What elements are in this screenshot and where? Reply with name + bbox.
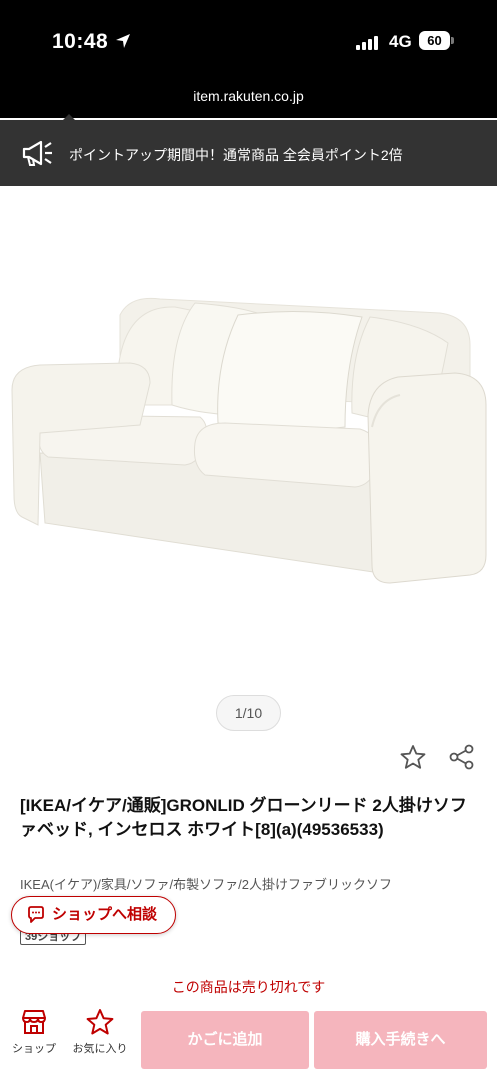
status-bar: 10:48 4G 60 item.rakuten.co.jp — [0, 0, 497, 118]
consult-button-label: ショップへ相談 — [52, 906, 158, 923]
star-icon — [86, 1009, 114, 1035]
product-title: [IKEA/イケア/通販]GRONLID グローンリード 2人掛けソファベッド,… — [20, 796, 467, 839]
address-bar[interactable]: item.rakuten.co.jp — [0, 88, 497, 104]
shop-nav-button[interactable]: ショップ — [6, 1008, 62, 1056]
product-image[interactable] — [0, 195, 497, 685]
favorite-star-icon[interactable] — [399, 744, 427, 770]
shop-icon — [22, 1010, 46, 1034]
sold-out-notice: この商品は売り切れです — [171, 979, 326, 995]
share-icon[interactable] — [448, 744, 476, 770]
chat-bubble-icon — [28, 906, 44, 923]
image-pager[interactable]: 1/10 — [216, 695, 281, 731]
consult-shop-button[interactable]: ショップへ相談 — [11, 896, 176, 934]
favorite-nav-label: お気に入り — [72, 1043, 128, 1055]
megaphone-icon — [22, 140, 52, 166]
network-type: 4G — [389, 32, 412, 51]
battery-icon: 60 — [419, 31, 450, 50]
location-arrow-icon — [116, 34, 130, 48]
promo-text: ポイントアップ期間中！通常商品 全会員ポイント2倍 — [69, 147, 403, 163]
checkout-button[interactable]: 購入手続きへ — [314, 1011, 487, 1069]
shop-nav-label: ショップ — [12, 1043, 56, 1055]
status-time: 10:48 — [52, 30, 109, 53]
add-to-cart-button[interactable]: かごに追加 — [141, 1011, 309, 1069]
favorite-nav-button[interactable]: お気に入り — [72, 1008, 128, 1056]
signal-icon — [356, 36, 382, 50]
breadcrumb[interactable]: IKEA(イケア)/家具/ソファ/布製ソファ/2人掛けファブリックソフ — [20, 874, 490, 893]
battery-tip — [451, 37, 454, 44]
